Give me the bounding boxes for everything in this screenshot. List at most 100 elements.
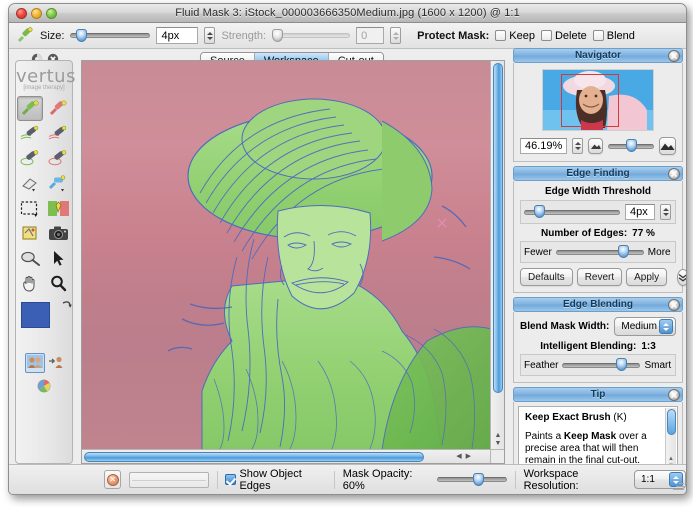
number-of-edges-value: 77 % [632,228,655,239]
protect-blend-checkbox[interactable]: Blend [592,30,635,42]
edge-finding-header: Edge Finding ✕ [513,166,683,181]
edge-threshold-label: Edge Width Threshold [544,186,651,197]
tool-keep-local-brush[interactable] [17,121,43,146]
preview-cutout-icon[interactable] [48,355,64,371]
tool-delete-local-brush[interactable] [45,121,71,146]
delete-complex-brush-icon [48,150,67,166]
expand-more-button[interactable] [677,268,686,286]
edge-threshold-slider[interactable] [524,205,620,219]
tool-keep-complex-brush[interactable] [17,146,43,171]
vscroll-thumb[interactable] [493,63,503,393]
navigator-zoom-row: 46.19% [520,137,676,155]
tool-eraser[interactable] [17,171,43,196]
zoom-stepper[interactable] [572,138,584,154]
protect-delete-checkbox[interactable]: Delete [540,30,587,42]
tool-patch[interactable] [17,221,43,246]
zoom-slider[interactable] [608,139,654,153]
delete-local-brush-icon [48,125,67,140]
show-object-edges-checkbox[interactable]: Show Object Edges [225,468,325,492]
edge-blending-body: Blend Mask Width: Medium Intelligent Ble… [513,312,683,383]
tip-close-icon[interactable]: ✕ [668,389,680,401]
edge-finding-close-icon[interactable]: ✕ [668,168,680,180]
strength-slider[interactable] [272,28,351,43]
blend-mask-width-select[interactable]: Medium [614,317,676,336]
edge-blending-close-icon[interactable]: ✕ [668,299,680,311]
strength-stepper[interactable] [390,27,402,44]
color-wheel-icon[interactable] [37,379,51,396]
hscroll-thumb[interactable] [84,452,424,462]
preview-mode-row [16,353,72,373]
canvas-horizontal-scrollbar[interactable]: ◀▶ [82,449,491,463]
defaults-button[interactable]: Defaults [520,268,573,286]
tip-body-pre: Paints a [525,431,564,442]
tool-zoom[interactable] [45,271,71,296]
swap-colors-icon[interactable] [61,299,73,314]
size-slider[interactable] [70,28,151,43]
navigator-thumbnail[interactable] [542,69,654,131]
tool-blend-exact-brush[interactable] [45,171,71,196]
color-swatches [21,301,72,346]
zoom-in-button[interactable] [659,137,676,155]
edge-threshold-input[interactable]: 4px [625,204,655,220]
tool-snapshot[interactable] [45,221,71,246]
navigator-header: Navigator ✕ [513,48,683,63]
tool-hand[interactable] [17,271,43,296]
tip-heading: Keep Exact Brush [525,412,611,423]
tool-fill[interactable] [45,196,71,221]
application-window: Fluid Mask 3: iStock_000003666350Medium.… [8,3,687,495]
navigator-viewport-box[interactable] [561,74,619,127]
navigator-close-icon[interactable]: ✕ [668,50,680,62]
app-root: Fluid Mask 3: iStock_000003666350Medium.… [0,0,693,507]
vscroll-arrows[interactable]: ▲ ▼ [493,432,503,448]
window-titlebar[interactable]: Fluid Mask 3: iStock_000003666350Medium.… [9,4,686,23]
blend-exact-brush-icon [48,175,66,192]
resize-grip[interactable] [672,480,684,492]
workspace-image[interactable] [82,61,491,450]
number-of-edges-row: Number of Edges: 77 % [520,228,676,239]
marquee-icon [20,201,37,217]
tip-scroll-thumb[interactable] [667,409,676,435]
window-title: Fluid Mask 3: iStock_000003666350Medium.… [175,7,520,19]
mask-opacity-slider[interactable] [436,472,507,487]
preview-composite-icon[interactable] [24,353,45,373]
foreground-swatch[interactable] [21,302,50,328]
size-label: Size: [40,29,65,42]
stop-button[interactable]: ✕ [104,470,122,489]
strength-input[interactable]: 0 [356,27,385,44]
edge-threshold-stepper[interactable] [660,204,671,220]
size-input[interactable]: 4px [156,27,199,44]
tool-delete-exact-brush[interactable] [45,96,71,121]
tool-magic-wand[interactable] [17,246,43,271]
strength-label: Strength: [221,29,267,42]
mask-opacity-label: Mask Opacity: 60% [342,467,413,492]
zoom-out-button[interactable] [588,138,603,154]
protect-mask-label: Protect Mask: [417,29,490,42]
status-bar: ✕ Show Object Edges Mask Opacity: 60% Wo… [9,464,686,494]
protect-keep-checkbox[interactable]: Keep [495,30,535,42]
checkbox-box [592,30,604,41]
workspace-resolution-label: Workspace Resolution: [523,467,579,492]
camera-icon [48,226,68,240]
edge-finding-title: Edge Finding [566,168,630,179]
hscroll-arrows[interactable]: ◀▶ [456,452,475,462]
checkbox-box [495,30,507,41]
tool-palette: vertus [image therapy] [15,60,75,464]
tool-arrow[interactable] [45,246,71,271]
apply-button[interactable]: Apply [626,268,668,286]
canvas-vertical-scrollbar[interactable]: ▲ ▼ [490,61,504,450]
options-toolbar: Size: 4px Strength: 0 Protect Mask: Keep… [9,23,686,49]
tool-delete-complex-brush[interactable] [45,146,71,171]
hand-icon [22,275,34,292]
tool-marquee[interactable] [17,196,43,221]
zoom-value-input[interactable]: 46.19% [520,138,568,154]
more-label: More [647,246,671,258]
edges-amount-slider[interactable] [555,245,644,259]
tip-scrollbar[interactable]: ▲▼ [665,408,676,472]
edge-blending-header: Edge Blending ✕ [513,297,683,312]
feather-smart-slider[interactable] [562,358,641,372]
revert-button[interactable]: Revert [576,268,623,286]
fill-icon [47,201,69,216]
mask-overlay [167,98,491,450]
size-stepper[interactable] [204,27,216,44]
tool-keep-exact-brush[interactable] [17,96,43,121]
